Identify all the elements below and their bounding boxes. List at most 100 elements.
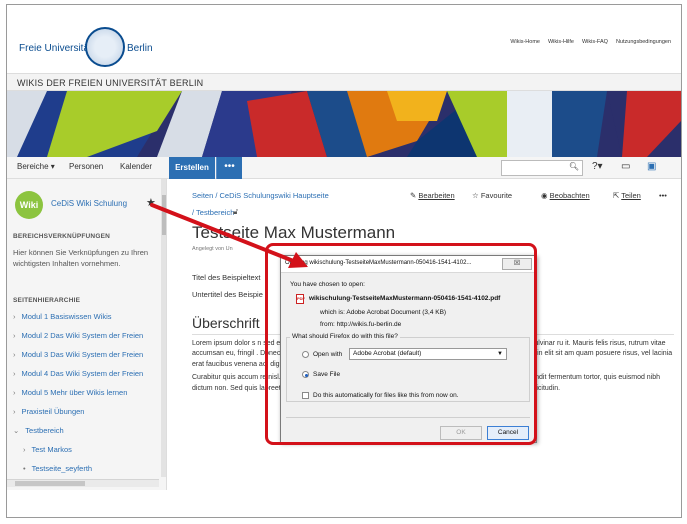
- chevron-down-icon[interactable]: ⌄: [13, 426, 19, 435]
- tree-item-label: Test Markos: [31, 445, 72, 454]
- tree-item-label: Modul 3 Das Wiki System der Freien: [21, 350, 144, 359]
- share-action[interactable]: ⇱ Teilen: [613, 191, 641, 200]
- nav-kalender[interactable]: Kalender: [120, 162, 152, 171]
- breadcrumb-testbereich[interactable]: / Testbereich: [192, 208, 234, 217]
- chevron-right-icon[interactable]: ›: [13, 388, 16, 397]
- favourite-action[interactable]: ☆ Favourite: [472, 191, 512, 200]
- chevron-down-icon: ▼: [497, 351, 503, 357]
- space-logo[interactable]: Wiki: [15, 191, 43, 219]
- more-actions-button[interactable]: •••: [659, 191, 667, 200]
- site-title-bar: WIKIS DER FREIEN UNIVERSITÄT BERLIN: [7, 73, 681, 91]
- chevron-right-icon[interactable]: ›: [23, 445, 26, 454]
- search-input[interactable]: 🔍︎: [501, 160, 583, 176]
- close-icon[interactable]: ☒: [502, 258, 532, 270]
- page-meta[interactable]: Angelegt von Un: [192, 246, 233, 252]
- help-icon[interactable]: ?▾: [592, 161, 603, 172]
- site-title: WIKIS DER FREIEN UNIVERSITÄT BERLIN: [17, 78, 204, 88]
- field-untertitel: Untertitel des Beispie: [192, 290, 263, 299]
- section-heading: Überschrift: [192, 315, 260, 331]
- chevron-right-icon[interactable]: ›: [13, 407, 16, 416]
- watch-action[interactable]: ◉ Beobachten: [541, 191, 590, 200]
- cancel-button[interactable]: Cancel: [487, 426, 529, 440]
- tree-item-testseite-seyferth[interactable]: • Testseite_seyferth: [23, 464, 92, 473]
- decorative-banner: [7, 91, 681, 157]
- chevron-right-icon[interactable]: ›: [13, 312, 16, 321]
- link-wikis-hilfe[interactable]: Wikis-Hilfe: [548, 39, 574, 45]
- create-button[interactable]: Erstellen: [169, 157, 215, 179]
- open-with-value: Adobe Acrobat (default): [353, 350, 422, 357]
- chevron-right-icon[interactable]: ›: [13, 369, 16, 378]
- tree-item-modul-4[interactable]: › Modul 4 Das Wiki System der Freien: [13, 369, 143, 378]
- lock-icon[interactable]: 🔓︎: [233, 207, 238, 217]
- edit-action[interactable]: ✎ Bearbeiten: [410, 191, 455, 200]
- star-icon[interactable]: ★: [146, 196, 156, 209]
- fu-seal-logo[interactable]: [85, 27, 125, 67]
- dialog-titlebar[interactable]: Opening wikischulung-TestseiteMaxMusterm…: [281, 256, 536, 273]
- dialog-title: Opening wikischulung-TestseiteMaxMusterm…: [285, 260, 472, 266]
- auto-action-checkbox[interactable]: [302, 392, 309, 399]
- tree-item-modul-1[interactable]: › Modul 1 Basiswissen Wikis: [13, 312, 112, 321]
- save-file-radio[interactable]: [302, 371, 309, 378]
- tree-item-modul-5[interactable]: › Modul 5 Mehr über Wikis lernen: [13, 388, 127, 397]
- space-name-link[interactable]: CeDiS Wiki Schulung: [51, 199, 127, 208]
- open-with-select[interactable]: Adobe Acrobat (default) ▼: [349, 348, 507, 360]
- logo-text-left: Freie Universität: [19, 43, 92, 54]
- dialog-body: You have chosen to open: PDF wikischulun…: [281, 273, 536, 442]
- link-wikis-home[interactable]: Wikis-Home: [510, 39, 540, 45]
- edit-label: Bearbeiten: [418, 191, 455, 200]
- watch-label: Beobachten: [549, 191, 590, 200]
- auto-action-label[interactable]: Do this automatically for files like thi…: [313, 392, 459, 399]
- logo-text-right: Berlin: [127, 43, 153, 54]
- top-links: Wikis-Home Wikis-Hilfe Wikis-FAQ Nutzung…: [510, 39, 671, 45]
- search-icon: 🔍︎: [568, 162, 579, 171]
- open-with-label[interactable]: Open with: [313, 351, 342, 358]
- chevron-right-icon[interactable]: ›: [13, 331, 16, 340]
- file-name: wikischulung-TestseiteMaxMustermann-0504…: [309, 295, 501, 302]
- confluence-nav-bar: Bereiche ▾ Personen Kalender Erstellen •…: [7, 157, 681, 179]
- action-question: What should Firefox do with this file?: [290, 333, 400, 340]
- pdf-file-icon: PDF: [296, 294, 305, 304]
- page-title: Testseite Max Mustermann: [192, 223, 396, 242]
- ok-button[interactable]: OK: [440, 426, 482, 440]
- link-wikis-faq[interactable]: Wikis-FAQ: [582, 39, 608, 45]
- nav-personen[interactable]: Personen: [69, 162, 103, 171]
- shortcuts-text: Hier können Sie Verknüpfungen zu Ihren w…: [13, 248, 149, 268]
- shortcuts-heading: BEREICHSVERKNÜPFUNGEN: [13, 233, 111, 240]
- tree-item-label: Praxisteil Übungen: [21, 407, 85, 416]
- tree-item-label: Modul 2 Das Wiki System der Freien: [21, 331, 144, 340]
- tree-item-label: Testseite_seyferth: [31, 464, 93, 473]
- tree-item-label: Modul 5 Mehr über Wikis lernen: [21, 388, 128, 397]
- file-open-dialog: Opening wikischulung-TestseiteMaxMusterm…: [280, 255, 537, 443]
- field-titel: Titel des Beispieltext: [192, 273, 261, 282]
- open-with-radio[interactable]: [302, 351, 309, 358]
- favourite-label: Favourite: [480, 191, 513, 200]
- tree-item-label: Modul 1 Basiswissen Wikis: [21, 312, 112, 321]
- chosen-label: You have chosen to open:: [290, 281, 365, 288]
- tree-item-testbereich[interactable]: ⌄ Testbereich: [13, 426, 64, 435]
- tree-item-modul-3[interactable]: › Modul 3 Das Wiki System der Freien: [13, 350, 143, 359]
- fu-header: Freie Universität Berlin Wikis-Home Wiki…: [7, 5, 681, 73]
- chevron-right-icon[interactable]: ›: [13, 350, 16, 359]
- file-type: which is: Adobe Acrobat Document (3,4 KB…: [320, 309, 447, 316]
- file-source: from: http://wikis.fu-berlin.de: [320, 321, 402, 328]
- tree-item-label: Modul 4 Das Wiki System der Freien: [21, 369, 144, 378]
- tree-item-modul-2[interactable]: › Modul 2 Das Wiki System der Freien: [13, 331, 143, 340]
- page-tree-heading: SEITENHIERARCHIE: [13, 297, 81, 304]
- user-avatar-icon[interactable]: ▣: [647, 161, 656, 172]
- bullet-icon: •: [23, 464, 26, 473]
- dialog-separator: [286, 417, 530, 418]
- nav-bereiche[interactable]: Bereiche ▾: [17, 162, 55, 171]
- screenshot-frame: Freie Universität Berlin Wikis-Home Wiki…: [6, 4, 682, 518]
- sidebar-scroll-thumb[interactable]: [162, 195, 166, 235]
- create-more-button[interactable]: •••: [216, 157, 242, 179]
- save-file-label[interactable]: Save File: [313, 371, 340, 378]
- space-sidebar: Wiki CeDiS Wiki Schulung ★ BEREICHSVERKN…: [7, 179, 167, 490]
- tree-item-test-markos[interactable]: › Test Markos: [23, 445, 72, 454]
- tray-icon[interactable]: ▭: [621, 161, 630, 172]
- share-label: Teilen: [621, 191, 641, 200]
- link-nutzungsbedingungen[interactable]: Nutzungsbedingungen: [616, 39, 671, 45]
- breadcrumb[interactable]: Seiten / CeDiS Schulungswiki Hauptseite: [192, 191, 329, 200]
- tree-item-label: Testbereich: [25, 426, 64, 435]
- sidebar-hscroll-thumb[interactable]: [15, 481, 85, 486]
- tree-item-praxisteil[interactable]: › Praxisteil Übungen: [13, 407, 84, 416]
